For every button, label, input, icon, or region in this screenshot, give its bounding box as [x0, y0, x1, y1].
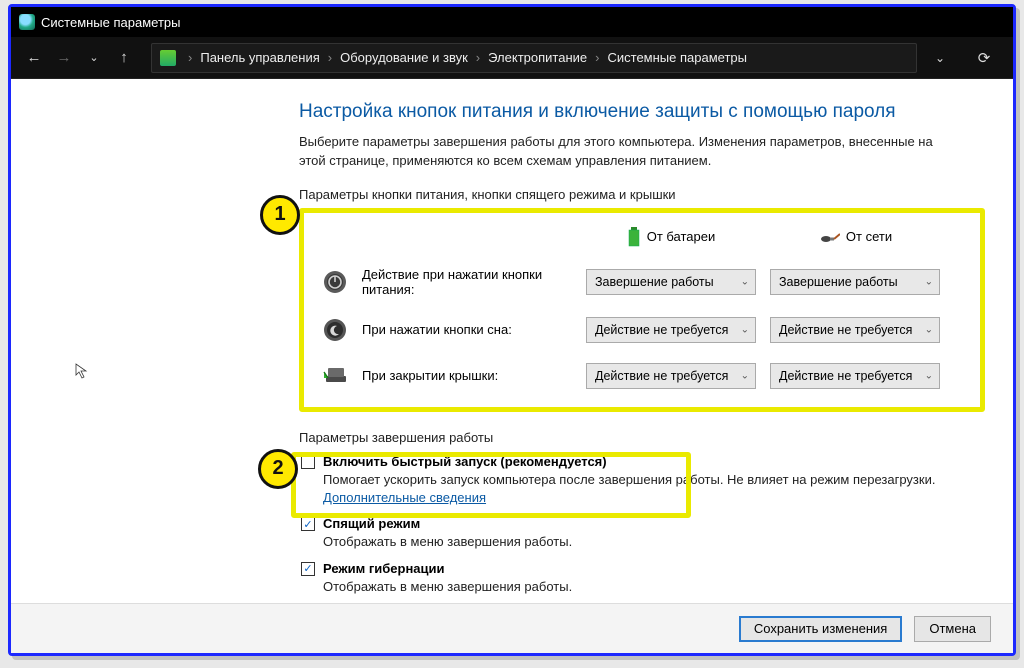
sleep-button-icon — [322, 317, 348, 343]
main-pane: Настройка кнопок питания и включение защ… — [299, 101, 985, 603]
button-lid-settings-panel: 1 От батареи От сети — [299, 208, 985, 412]
group1-label: Параметры кнопки питания, кнопки спящего… — [299, 187, 985, 202]
fast-startup-learn-more-link[interactable]: Дополнительные сведения — [323, 490, 486, 505]
page-title: Настройка кнопок питания и включение защ… — [299, 101, 985, 123]
content-area: Настройка кнопок питания и включение защ… — [11, 79, 1013, 603]
lid-close-ac-select[interactable]: Действие не требуется⌄ — [770, 363, 940, 389]
cancel-button[interactable]: Отмена — [914, 616, 991, 642]
group2-label: Параметры завершения работы — [299, 430, 985, 445]
save-button[interactable]: Сохранить изменения — [739, 616, 903, 642]
window-frame: Системные параметры ← → ⌄ ↑ › Панель упр… — [8, 4, 1016, 656]
row-sleep-label: При нажатии кнопки сна: — [362, 322, 572, 337]
cursor-icon — [75, 363, 91, 379]
option-hibernate: Режим гибернации Отображать в меню завер… — [301, 560, 985, 596]
sleep-title: Спящий режим — [323, 516, 420, 531]
option-fast-startup: Включить быстрый запуск (рекомендуется) … — [301, 453, 985, 508]
crumb-systemsettings[interactable]: Системные параметры — [607, 50, 746, 65]
power-button-battery-select[interactable]: Завершение работы⌄ — [586, 269, 756, 295]
power-button-icon — [322, 269, 348, 295]
annotation-marker-1: 1 — [260, 195, 300, 235]
plug-icon — [818, 230, 840, 244]
forward-button[interactable]: → — [51, 45, 77, 71]
chevron-down-icon: ⌄ — [741, 276, 749, 287]
row-power-label: Действие при нажатии кнопки питания: — [362, 267, 572, 297]
lid-close-battery-select[interactable]: Действие не требуется⌄ — [586, 363, 756, 389]
lid-close-icon — [322, 363, 348, 389]
footer: Сохранить изменения Отмена — [11, 603, 1013, 653]
column-header-ac: От сети — [770, 229, 940, 244]
chevron-down-icon: ⌄ — [925, 324, 933, 335]
sleep-button-ac-select[interactable]: Действие не требуется⌄ — [770, 317, 940, 343]
chevron-down-icon: ⌄ — [741, 324, 749, 335]
power-button-ac-select[interactable]: Завершение работы⌄ — [770, 269, 940, 295]
chevron-down-icon: ⌄ — [925, 276, 933, 287]
refresh-button[interactable]: ⟳ — [971, 45, 997, 71]
navigation-bar: ← → ⌄ ↑ › Панель управления › Оборудован… — [11, 37, 1013, 79]
crumb-hardware[interactable]: Оборудование и звук — [340, 50, 468, 65]
sleep-button-battery-select[interactable]: Действие не требуется⌄ — [586, 317, 756, 343]
fast-startup-title: Включить быстрый запуск (рекомендуется) — [323, 454, 607, 469]
left-pane — [39, 101, 299, 603]
hibernate-title: Режим гибернации — [323, 561, 445, 576]
column-header-battery: От батареи — [586, 227, 756, 247]
row-lid-label: При закрытии крышки: — [362, 368, 572, 383]
chevron-down-icon: ⌄ — [741, 370, 749, 381]
recent-locations-button[interactable]: ⌄ — [81, 45, 107, 71]
back-button[interactable]: ← — [21, 45, 47, 71]
address-dropdown-button[interactable]: ⌄ — [927, 45, 953, 71]
crumb-power[interactable]: Электропитание — [488, 50, 587, 65]
hibernate-checkbox[interactable] — [301, 562, 315, 576]
chevron-right-icon: › — [472, 50, 484, 65]
chevron-right-icon: › — [591, 50, 603, 65]
battery-icon — [160, 50, 176, 66]
fast-startup-checkbox[interactable] — [301, 455, 315, 469]
chevron-right-icon: › — [324, 50, 336, 65]
power-options-icon — [19, 14, 35, 30]
window-title: Системные параметры — [41, 15, 180, 30]
chevron-down-icon: ⌄ — [925, 370, 933, 381]
hibernate-desc: Отображать в меню завершения работы. — [323, 579, 572, 594]
chevron-right-icon: › — [184, 50, 196, 65]
option-sleep: Спящий режим Отображать в меню завершени… — [301, 515, 985, 551]
sleep-desc: Отображать в меню завершения работы. — [323, 534, 572, 549]
breadcrumb[interactable]: › Панель управления › Оборудование и зву… — [151, 43, 917, 73]
battery-icon — [627, 227, 641, 247]
up-button[interactable]: ↑ — [111, 45, 137, 71]
titlebar: Системные параметры — [11, 7, 1013, 37]
fast-startup-desc: Помогает ускорить запуск компьютера посл… — [323, 472, 935, 505]
page-intro: Выберите параметры завершения работы для… — [299, 133, 939, 171]
sleep-checkbox[interactable] — [301, 517, 315, 531]
crumb-control-panel[interactable]: Панель управления — [200, 50, 319, 65]
